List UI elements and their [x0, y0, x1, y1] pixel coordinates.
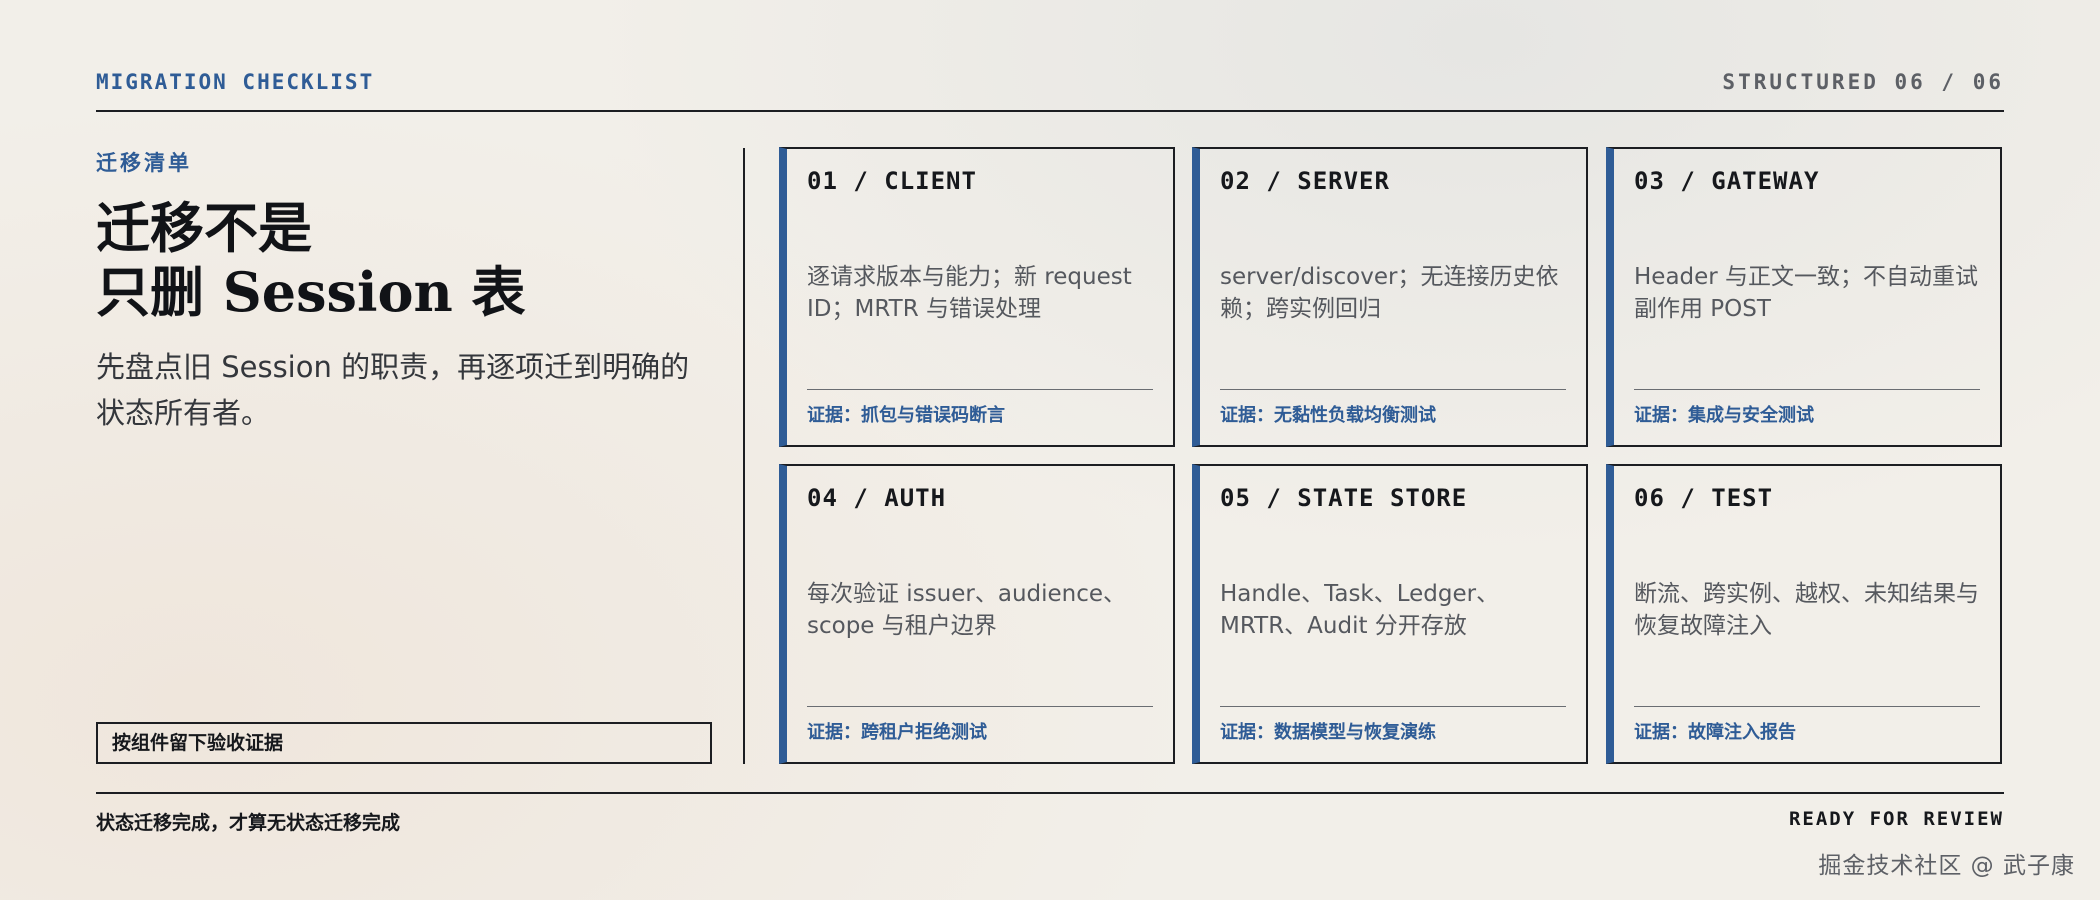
column-divider: [743, 148, 745, 764]
footer-status: READY FOR REVIEW: [1788, 808, 2004, 830]
card-evidence: 证据：跨租户拒绝测试: [807, 722, 987, 743]
card-divider: [1634, 706, 1980, 707]
checklist-card-server: 02 / SERVER server/discover；无连接历史依赖；跨实例回…: [1192, 147, 1588, 447]
card-title: 05 / STATE STORE: [1220, 484, 1468, 512]
header-section-label: MIGRATION CHECKLIST: [96, 70, 375, 94]
evidence-callout: 按组件留下验收证据: [96, 722, 712, 764]
checklist-card-state-store: 05 / STATE STORE Handle、Task、Ledger、MRTR…: [1192, 464, 1588, 764]
card-divider: [807, 389, 1153, 390]
card-divider: [807, 706, 1153, 707]
card-description: Handle、Task、Ledger、MRTR、Audit 分开存放: [1220, 581, 1500, 639]
card-title: 03 / GATEWAY: [1634, 167, 1820, 195]
card-evidence: 证据：故障注入报告: [1634, 722, 1796, 743]
page-title: 迁移不是 只删 Session 表: [96, 196, 716, 324]
card-evidence: 证据：数据模型与恢复演练: [1220, 722, 1436, 743]
page-title-line-2: 只删 Session 表: [96, 260, 526, 324]
card-description: 每次验证 issuer、audience、scope 与租户边界: [807, 581, 1127, 639]
bottom-divider: [96, 792, 2004, 794]
card-divider: [1220, 389, 1566, 390]
checklist-card-gateway: 03 / GATEWAY Header 与正文一致；不自动重试副作用 POST …: [1606, 147, 2002, 447]
checklist-card-client: 01 / CLIENT 逐请求版本与能力；新 request ID；MRTR 与…: [779, 147, 1175, 447]
watermark: 掘金技术社区 @ 武子康: [1818, 853, 2075, 879]
card-title: 01 / CLIENT: [807, 167, 977, 195]
card-title: 04 / AUTH: [807, 484, 947, 512]
card-description: Header 与正文一致；不自动重试副作用 POST: [1634, 264, 1979, 322]
card-divider: [1220, 706, 1566, 707]
card-title: 02 / SERVER: [1220, 167, 1390, 195]
card-evidence: 证据：无黏性负载均衡测试: [1220, 405, 1436, 426]
card-description: 逐请求版本与能力；新 request ID；MRTR 与错误处理: [807, 264, 1132, 322]
card-title: 06 / TEST: [1634, 484, 1774, 512]
header-page-counter: STRUCTURED 06 / 06: [1722, 70, 2004, 94]
card-evidence: 证据：抓包与错误码断言: [807, 405, 1005, 426]
card-description: server/discover；无连接历史依赖；跨实例回归: [1220, 264, 1559, 322]
card-evidence: 证据：集成与安全测试: [1634, 405, 1814, 426]
card-divider: [1634, 389, 1980, 390]
card-description: 断流、跨实例、越权、未知结果与恢复故障注入: [1634, 581, 1979, 639]
page-subtitle: 先盘点旧 Session 的职责，再逐项迁到明确的状态所有者。: [96, 350, 690, 430]
checklist-card-test: 06 / TEST 断流、跨实例、越权、未知结果与恢复故障注入 证据：故障注入报…: [1606, 464, 2002, 764]
hero-eyebrow: 迁移清单: [96, 151, 192, 175]
top-divider: [96, 110, 2004, 112]
footer-conclusion: 状态迁移完成，才算无状态迁移完成: [96, 812, 401, 834]
page-title-line-1: 迁移不是: [96, 196, 312, 260]
checklist-card-auth: 04 / AUTH 每次验证 issuer、audience、scope 与租户…: [779, 464, 1175, 764]
